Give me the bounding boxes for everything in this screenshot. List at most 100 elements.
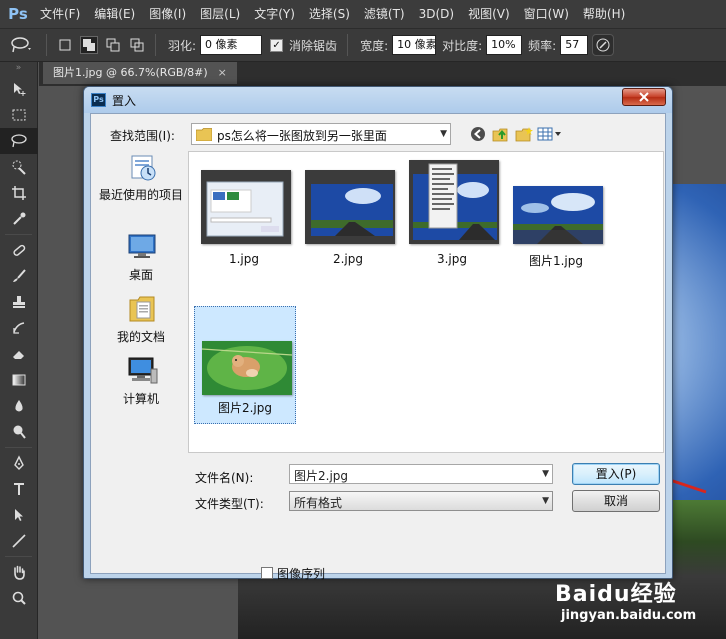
eraser-icon — [13, 351, 24, 359]
pen-tool[interactable] — [0, 450, 38, 476]
menu-edit[interactable]: 编辑(E) — [87, 0, 142, 28]
new-folder-icon — [515, 127, 533, 142]
document-tab[interactable]: 图片1.jpg @ 66.7%(RGB/8#) × — [43, 62, 237, 84]
quick-select-tool[interactable] — [0, 154, 38, 180]
menu-view[interactable]: 视图(V) — [461, 0, 517, 28]
watermark-url: jingyan.baidu.com — [561, 608, 697, 623]
add-selection-icon — [83, 39, 95, 51]
file-name: 3.jpg — [436, 252, 468, 266]
blur-tool[interactable] — [0, 393, 38, 419]
intersect-selection-button[interactable] — [128, 36, 146, 54]
menu-3d[interactable]: 3D(D) — [412, 0, 461, 28]
menu-help[interactable]: 帮助(H) — [576, 0, 632, 28]
up-folder-icon — [492, 128, 508, 142]
crop-tool[interactable] — [0, 180, 38, 206]
chevron-down-icon[interactable]: ▼ — [542, 469, 549, 479]
eraser-tool[interactable] — [0, 341, 38, 367]
menu-layer[interactable]: 图层(L) — [193, 0, 247, 28]
place-my-documents[interactable]: 我的文档 — [96, 294, 186, 352]
feather-label: 羽化: — [168, 38, 197, 53]
file-type-select[interactable]: 所有格式 ▼ — [289, 491, 553, 511]
places-sidebar: 最近使用的项目 桌面 我的文档 计算机 — [96, 152, 186, 524]
file-thumbnail — [409, 160, 499, 244]
back-arrow-icon — [471, 127, 485, 141]
file-list: 1.jpg 2.jpg 3.jpg 图片1.jpg 图片2.jpg — [188, 151, 664, 453]
place-desktop[interactable]: 桌面 — [96, 232, 186, 290]
line-tool[interactable] — [0, 528, 38, 554]
file-item[interactable]: 2.jpg — [298, 160, 400, 278]
new-selection-button[interactable] — [56, 36, 74, 54]
intersect-selection-icon — [130, 38, 144, 52]
file-item[interactable]: 3.jpg — [402, 160, 504, 278]
feather-input[interactable]: 0 像素 — [200, 35, 263, 55]
contrast-input[interactable]: 10% — [486, 35, 523, 55]
file-item[interactable]: 图片1.jpg — [506, 160, 608, 278]
move-tool[interactable] — [0, 76, 38, 102]
healing-brush-tool[interactable] — [0, 237, 38, 263]
brush-tool[interactable] — [0, 263, 38, 289]
history-brush-tool[interactable] — [0, 315, 38, 341]
clone-stamp-tool[interactable] — [0, 289, 38, 315]
subtract-selection-icon — [106, 38, 120, 52]
width-input[interactable]: 10 像素 — [392, 35, 437, 55]
place-recent-items[interactable]: 最近使用的项目 — [96, 152, 186, 210]
tool-preset-picker[interactable] — [0, 31, 40, 59]
menu-filter[interactable]: 滤镜(T) — [357, 0, 412, 28]
path-selection-tool[interactable] — [0, 502, 38, 528]
menu-type[interactable]: 文字(Y) — [247, 0, 302, 28]
file-name: 图片2.jpg — [217, 401, 273, 415]
menu-window[interactable]: 窗口(W) — [517, 0, 576, 28]
new-folder-button[interactable] — [513, 123, 535, 145]
image-sequence-checkbox[interactable] — [261, 567, 273, 579]
lasso-tool[interactable] — [0, 128, 38, 154]
place-label: 最近使用的项目 — [98, 188, 183, 202]
look-in-dropdown[interactable]: ps怎么将一张图放到另一张里面 ▼ — [191, 123, 451, 145]
file-item[interactable]: 1.jpg — [194, 160, 296, 278]
hand-tool[interactable] — [0, 559, 38, 585]
up-folder-button[interactable] — [490, 123, 512, 145]
menu-file[interactable]: 文件(F) — [33, 0, 87, 28]
file-type-label: 文件类型(T): — [195, 497, 264, 511]
marquee-tool[interactable] — [0, 102, 38, 128]
panel-collapse-icon[interactable]: » — [0, 62, 37, 76]
frequency-input[interactable]: 57 — [560, 35, 589, 55]
view-menu-button[interactable] — [536, 123, 564, 145]
width-label: 宽度: — [360, 38, 389, 53]
baidu-watermark: Baidu经验 jingyan.baidu.com — [555, 576, 720, 632]
folder-icon — [196, 128, 212, 141]
eyedropper-tool[interactable] — [0, 206, 38, 232]
type-tool[interactable] — [0, 476, 38, 502]
place-label: 计算机 — [122, 392, 159, 406]
brush-icon — [13, 269, 26, 282]
file-item-selected[interactable]: 图片2.jpg — [194, 306, 296, 424]
menu-select[interactable]: 选择(S) — [302, 0, 357, 28]
dodge-tool[interactable] — [0, 419, 38, 445]
photoshop-screenshot-thumbnail — [201, 170, 291, 244]
pen-pressure-button[interactable] — [592, 34, 615, 56]
dialog-close-button[interactable] — [622, 88, 666, 106]
zoom-icon — [12, 591, 26, 605]
blur-drop-icon — [15, 400, 23, 412]
antialias-checkbox[interactable]: ✓ — [270, 38, 284, 52]
gradient-tool[interactable] — [0, 367, 38, 393]
contrast-label: 对比度: — [442, 38, 483, 53]
separator — [5, 234, 32, 235]
place-dialog: Ps 置入 查找范围(I): ps怎么将一张图放到另一张里面 ▼ 最近使用的项目 — [83, 86, 673, 581]
menu-image[interactable]: 图像(I) — [142, 0, 193, 28]
hamster-thumbnail — [202, 341, 292, 395]
close-icon[interactable]: × — [218, 66, 227, 79]
add-to-selection-button[interactable] — [80, 36, 98, 54]
file-name-input[interactable]: 图片2.jpg ▼ — [289, 464, 553, 484]
image-sequence-label: 图像序列 — [277, 567, 326, 581]
place-button[interactable]: 置入(P) — [572, 463, 660, 485]
subtract-selection-button[interactable] — [104, 36, 122, 54]
place-computer[interactable]: 计算机 — [96, 356, 186, 414]
zoom-tool[interactable] — [0, 585, 38, 611]
cancel-button[interactable]: 取消 — [572, 490, 660, 512]
back-button[interactable] — [467, 123, 489, 145]
type-icon — [14, 483, 24, 495]
dialog-title-bar[interactable]: Ps 置入 — [84, 87, 672, 113]
file-thumbnail — [305, 170, 395, 244]
quick-select-icon — [12, 160, 26, 175]
crop-icon — [12, 186, 26, 200]
